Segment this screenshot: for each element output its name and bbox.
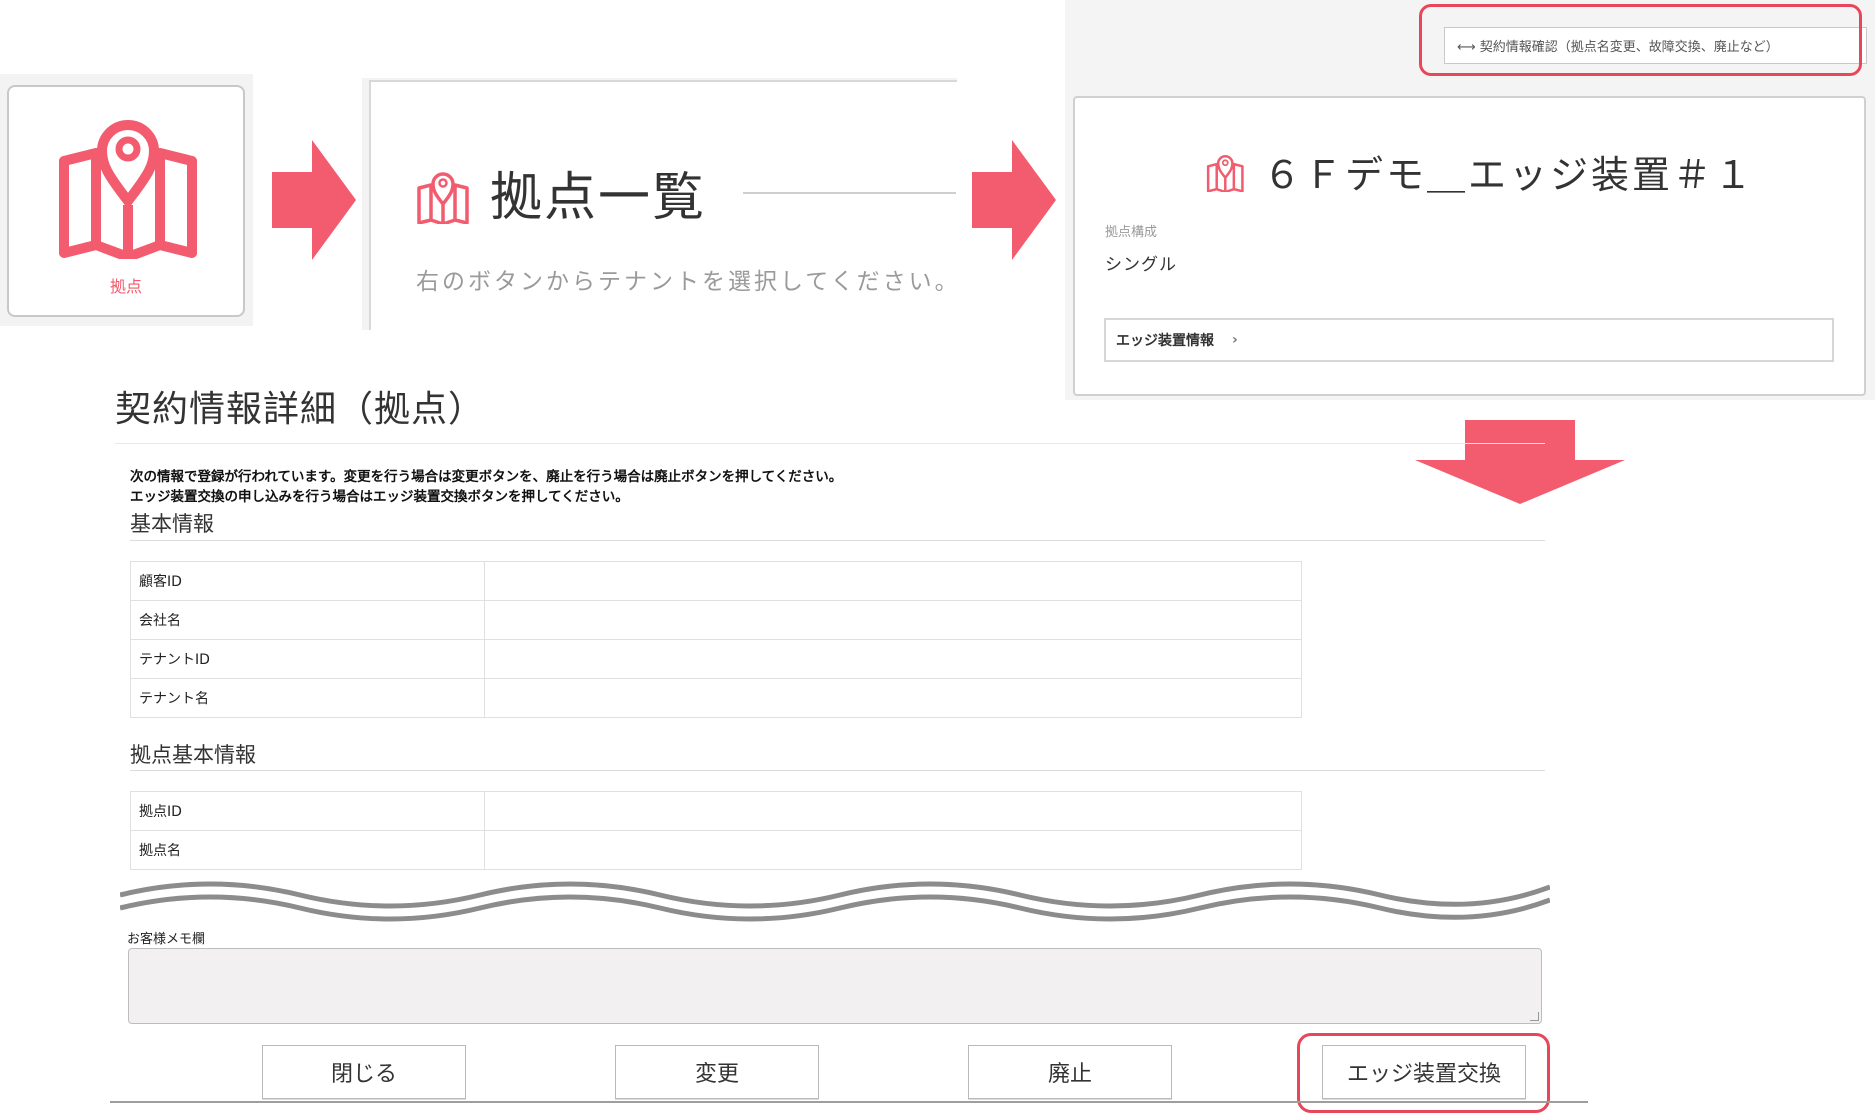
row-value (484, 600, 1302, 640)
map-pin-icon (1206, 155, 1244, 192)
basic-info-table: 顧客ID 会社名 テナントID テナント名 (130, 561, 1302, 718)
edge-info-label: エッジ装置情報 (1116, 333, 1214, 349)
row-value (484, 639, 1302, 679)
section-divider (130, 770, 1545, 771)
notice-text: 次の情報で登録が行われています。変更を行う場合は変更ボタンを、廃止を行う場合は廃… (130, 467, 842, 507)
config-value: シングル (1105, 255, 1177, 275)
row-label: テナントID (130, 639, 485, 679)
site-tile-label: 拠点 (109, 277, 142, 296)
row-value (484, 791, 1302, 831)
notice-line-2: エッジ装置交換の申し込みを行う場合はエッジ装置交換ボタンを押してください。 (130, 489, 629, 505)
basic-info-heading: 基本情報 (130, 512, 214, 536)
site-info-heading: 拠点基本情報 (130, 743, 256, 767)
right-arrow-icon (272, 140, 356, 260)
map-pin-icon (59, 120, 197, 259)
row-label: 拠点名 (130, 830, 485, 870)
device-title: ６Ｆデモ＿エッジ装置＃１ (1263, 153, 1756, 197)
site-list-instruction: 右のボタンからテナントを選択してください。 (416, 269, 961, 295)
right-arrow-icon (972, 140, 1056, 260)
site-info-table: 拠点ID 拠点名 (130, 791, 1302, 870)
chevron-right-icon: › (1232, 332, 1238, 348)
row-label: テナント名 (130, 678, 485, 718)
config-label: 拠点構成 (1105, 225, 1158, 240)
table-row: 顧客ID (130, 561, 1302, 601)
table-row: 拠点ID (130, 791, 1302, 831)
map-pin-icon (417, 172, 469, 224)
highlight-frame (1419, 4, 1862, 76)
table-row: テナントID (130, 639, 1302, 679)
omission-wave (120, 875, 1550, 925)
row-value (484, 830, 1302, 870)
memo-label: お客様メモ欄 (127, 932, 206, 947)
site-tile[interactable]: 拠点 (7, 85, 245, 317)
table-row: テナント名 (130, 678, 1302, 718)
page-title: 契約情報詳細（拠点） (115, 389, 486, 430)
footer-divider (110, 1101, 1588, 1103)
change-button[interactable]: 変更 (615, 1045, 819, 1099)
close-button[interactable]: 閉じる (262, 1045, 466, 1099)
title-divider (115, 443, 1545, 444)
down-arrow-icon (1415, 420, 1625, 504)
row-value (484, 678, 1302, 718)
section-divider (130, 540, 1545, 541)
row-label: 拠点ID (130, 791, 485, 831)
table-row: 会社名 (130, 600, 1302, 640)
title-divider (743, 192, 956, 194)
row-value (484, 561, 1302, 601)
memo-textarea[interactable] (128, 948, 1542, 1024)
site-list-title: 拠点一覧 (490, 168, 707, 228)
notice-line-1: 次の情報で登録が行われています。変更を行う場合は変更ボタンを、廃止を行う場合は廃… (130, 469, 843, 485)
abolish-button[interactable]: 廃止 (968, 1045, 1172, 1099)
row-label: 会社名 (130, 600, 485, 640)
table-row: 拠点名 (130, 830, 1302, 870)
row-label: 顧客ID (130, 561, 485, 601)
edge-info-button[interactable]: エッジ装置情報 › (1104, 318, 1834, 362)
